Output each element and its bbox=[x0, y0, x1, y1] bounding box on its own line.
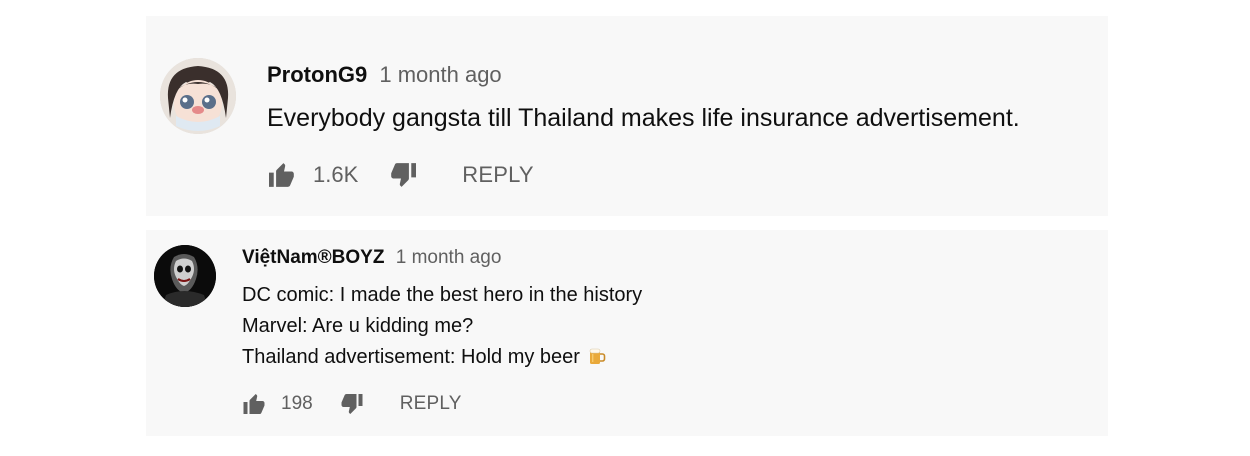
comment-text: Everybody gangsta till Thailand makes li… bbox=[267, 104, 1020, 132]
author-name[interactable]: ViệtNam®BOYZ bbox=[242, 247, 384, 268]
comment-card: ViệtNam®BOYZ 1 month ago DC comic: I mad… bbox=[146, 230, 1108, 436]
author-name[interactable]: ProtonG9 bbox=[267, 62, 367, 87]
avatar[interactable] bbox=[160, 58, 236, 134]
reply-button[interactable]: REPLY bbox=[462, 162, 534, 188]
reply-button[interactable]: REPLY bbox=[400, 393, 462, 415]
beer-mug-icon bbox=[588, 346, 606, 372]
like-count: 1.6K bbox=[313, 162, 359, 187]
comment-text-line: Marvel: Are u kidding me? bbox=[242, 315, 474, 337]
joker-avatar-icon bbox=[154, 245, 216, 307]
comment-time[interactable]: 1 month ago bbox=[379, 62, 501, 87]
comment-text-line: DC comic: I made the best hero in the hi… bbox=[242, 284, 643, 306]
comment-header: ViệtNam®BOYZ 1 month ago bbox=[242, 247, 501, 269]
comment-header: ProtonG9 1 month ago bbox=[267, 62, 502, 88]
thumbs-down-icon[interactable] bbox=[339, 393, 364, 415]
comment-actions: 1.6K REPLY bbox=[267, 162, 534, 188]
comment-actions: 198 REPLY bbox=[242, 393, 462, 415]
comment-card: ProtonG9 1 month ago Everybody gangsta t… bbox=[146, 16, 1108, 216]
like-count: 198 bbox=[281, 393, 313, 414]
comment-text: Thailand advertisement: Hold my beer bbox=[242, 346, 580, 368]
anime-girl-avatar-icon bbox=[160, 58, 236, 134]
thumbs-up-icon[interactable] bbox=[267, 162, 297, 188]
thumbs-up-icon[interactable] bbox=[242, 393, 267, 415]
thumbs-down-icon[interactable] bbox=[388, 162, 418, 188]
comment-text-line: Thailand advertisement: Hold my beer bbox=[242, 346, 606, 372]
comment-time[interactable]: 1 month ago bbox=[396, 247, 502, 268]
avatar[interactable] bbox=[154, 245, 216, 307]
